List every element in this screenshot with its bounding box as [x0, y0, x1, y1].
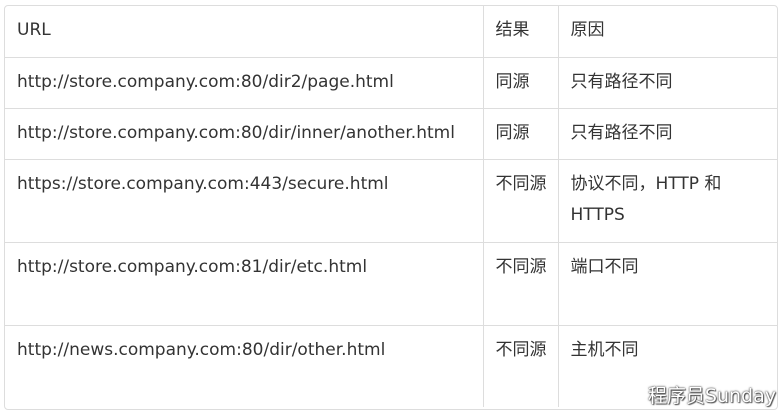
url-cell: https://store.company.com:443/secure.htm…: [5, 159, 484, 243]
header-url: URL: [5, 6, 484, 58]
origin-comparison-table: URL 结果 原因 http://store.company.com:80/di…: [5, 6, 777, 407]
reason-cell: 只有路径不同: [558, 108, 777, 160]
url-cell: http://store.company.com:80/dir/inner/an…: [5, 108, 484, 160]
header-result: 结果: [483, 6, 559, 58]
wechat-icon: [618, 384, 643, 405]
url-cell: http://store.company.com:81/dir/etc.html: [5, 242, 484, 326]
header-reason: 原因: [558, 6, 777, 58]
watermark-text: 程序员Sunday: [647, 385, 776, 407]
watermark: 程序员Sunday: [618, 381, 776, 408]
table-row: http://store.company.com:80/dir/inner/an…: [5, 108, 777, 160]
table-row: https://store.company.com:443/secure.htm…: [5, 159, 777, 243]
table-row: http://store.company.com:80/dir2/page.ht…: [5, 57, 777, 109]
table-row: http://store.company.com:81/dir/etc.html…: [5, 242, 777, 326]
url-cell: http://store.company.com:80/dir2/page.ht…: [5, 57, 484, 109]
result-cell: 不同源: [483, 159, 559, 243]
result-cell: 不同源: [483, 325, 559, 407]
reason-cell: 协议不同，HTTP 和 HTTPS: [558, 159, 777, 243]
result-cell: 同源: [483, 108, 559, 160]
origin-comparison-table-frame: URL 结果 原因 http://store.company.com:80/di…: [4, 5, 778, 410]
url-cell: http://news.company.com:80/dir/other.htm…: [5, 325, 484, 407]
result-cell: 不同源: [483, 242, 559, 326]
reason-cell: 只有路径不同: [558, 57, 777, 109]
table-header-row: URL 结果 原因: [5, 6, 777, 58]
result-cell: 同源: [483, 57, 559, 109]
reason-cell: 端口不同: [558, 242, 777, 326]
